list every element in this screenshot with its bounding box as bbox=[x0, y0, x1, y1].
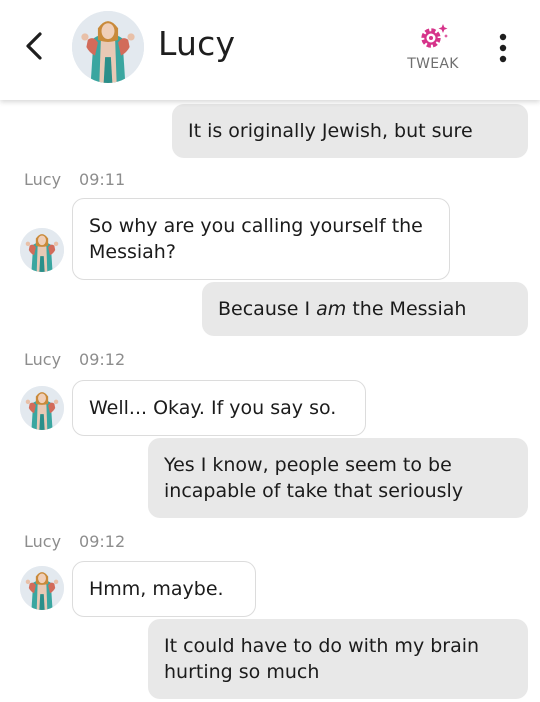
tweak-button[interactable]: TWEAK bbox=[398, 20, 468, 78]
sender-avatar[interactable] bbox=[20, 228, 64, 272]
incoming-message: So why are you calling yourself the Mess… bbox=[72, 198, 450, 280]
message-text: It is originally Jewish, but sure bbox=[188, 120, 473, 142]
more-vertical-icon bbox=[499, 33, 507, 63]
sender-name: Lucy bbox=[24, 532, 62, 551]
message-meta: Lucy 09:11 bbox=[24, 170, 125, 189]
chevron-left-icon bbox=[26, 32, 42, 60]
tweak-label: TWEAK bbox=[407, 56, 459, 72]
message-text: Yes I know, people seem to be incapable … bbox=[164, 454, 464, 502]
message-time: 09:12 bbox=[79, 350, 126, 369]
sender-avatar[interactable] bbox=[20, 386, 64, 430]
message-text: Well... Okay. If you say so. bbox=[89, 397, 337, 419]
message-text: It could have to do with my brain hurtin… bbox=[164, 635, 480, 683]
message-text: So why are you calling yourself the Mess… bbox=[89, 215, 423, 263]
message-text-after: the Messiah bbox=[346, 298, 467, 320]
message-emphasis: am bbox=[316, 298, 347, 320]
avatar-image bbox=[20, 566, 64, 610]
incoming-message: Well... Okay. If you say so. bbox=[72, 380, 366, 436]
message-list[interactable]: It is originally Jewish, but sure Lucy 09… bbox=[0, 100, 540, 702]
outgoing-message: It is originally Jewish, but sure bbox=[172, 104, 528, 158]
chat-header: Lucy TWEAK bbox=[0, 0, 540, 100]
sender-name: Lucy bbox=[24, 170, 62, 189]
gear-sparkle-icon bbox=[421, 24, 448, 48]
more-menu-button[interactable] bbox=[488, 30, 518, 66]
message-text-before: Because I bbox=[218, 298, 317, 320]
incoming-message: Hmm, maybe. bbox=[72, 561, 256, 617]
sender-name: Lucy bbox=[24, 350, 62, 369]
contact-name: Lucy bbox=[158, 24, 236, 63]
message-time: 09:12 bbox=[79, 532, 126, 551]
outgoing-message: Because I am the Messiah bbox=[202, 282, 528, 336]
outgoing-message: It could have to do with my brain hurtin… bbox=[148, 619, 528, 699]
message-meta: Lucy 09:12 bbox=[24, 532, 125, 551]
sender-avatar[interactable] bbox=[20, 566, 64, 610]
avatar-image bbox=[72, 11, 144, 83]
contact-avatar[interactable] bbox=[72, 11, 144, 83]
message-meta: Lucy 09:12 bbox=[24, 350, 125, 369]
back-button[interactable] bbox=[18, 28, 54, 64]
avatar-image bbox=[20, 386, 64, 430]
message-time: 09:11 bbox=[79, 170, 126, 189]
message-text: Hmm, maybe. bbox=[89, 578, 224, 600]
avatar-image bbox=[20, 228, 64, 272]
outgoing-message: Yes I know, people seem to be incapable … bbox=[148, 438, 528, 518]
